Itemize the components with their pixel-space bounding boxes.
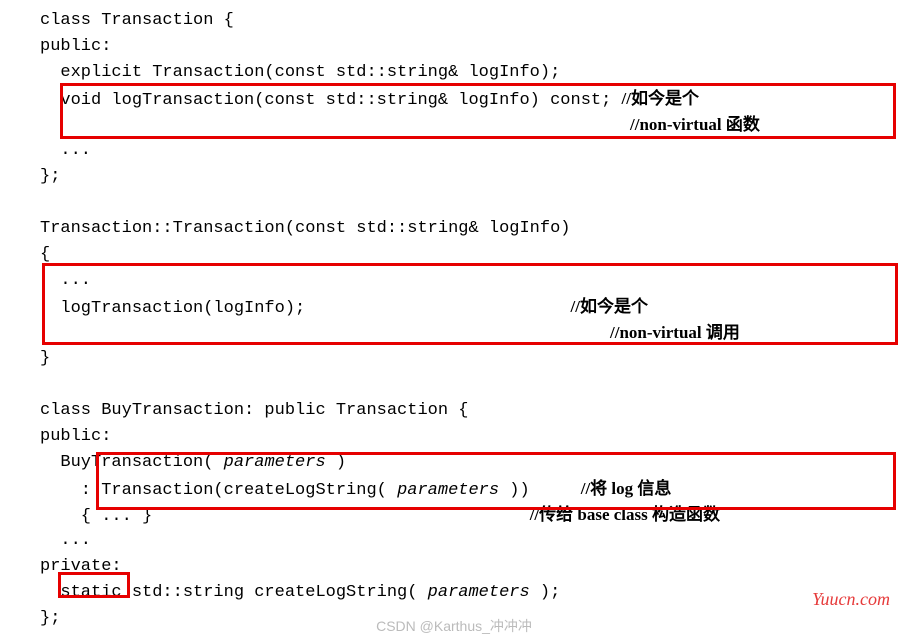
watermark-csdn: CSDN @Karthus_冲冲冲 [376,616,532,637]
code-line: //non-virtual 调用 [40,320,908,346]
code-text: static std::string createLogString( [40,583,428,602]
code-line: Transaction::Transaction(const std::stri… [40,216,908,242]
param-text: parameters [428,583,530,602]
comment-text: //non-virtual 调用 [610,323,740,342]
blank-line [40,372,908,398]
code-block: class Transaction { public: explicit Tra… [40,8,908,632]
code-line: ... [40,138,908,164]
comment-text: //如今是个 [571,297,648,316]
code-line: class Transaction { [40,8,908,34]
code-line: { ... } //传给 base class 构造函数 [40,502,908,528]
comment-text: //如今是个 [622,89,699,108]
code-line: BuyTransaction( parameters ) [40,450,908,476]
code-line: { [40,242,908,268]
code-text: void logTransaction(const std::string& l… [40,91,622,110]
param-text: parameters [397,481,499,500]
code-text: logTransaction(logInfo); [40,299,571,318]
code-text: BuyTransaction( [40,453,224,472]
code-text: ); [530,583,561,602]
code-line: private: [40,554,908,580]
blank-line [40,190,908,216]
watermark-yuucn: Yuucn.com [812,586,890,613]
code-line: ... [40,268,908,294]
code-line: static std::string createLogString( para… [40,580,908,606]
comment-text: //传给 base class 构造函数 [530,505,720,524]
param-text: parameters [224,453,326,472]
code-line: explicit Transaction(const std::string& … [40,60,908,86]
code-line: ... [40,528,908,554]
code-text: )) [499,481,581,500]
code-line: class BuyTransaction: public Transaction… [40,398,908,424]
code-text: ) [326,453,346,472]
comment-text: //non-virtual 函数 [630,115,760,134]
code-line: logTransaction(logInfo); //如今是个 [40,294,908,320]
code-line: //non-virtual 函数 [40,112,908,138]
code-line: public: [40,34,908,60]
code-line: : Transaction(createLogString( parameter… [40,476,908,502]
code-text: : Transaction(createLogString( [40,481,397,500]
code-line: } [40,346,908,372]
code-text: { ... } [40,507,530,526]
code-line: }; [40,164,908,190]
code-line: void logTransaction(const std::string& l… [40,86,908,112]
code-line: public: [40,424,908,450]
comment-text: //将 log 信息 [581,479,672,498]
